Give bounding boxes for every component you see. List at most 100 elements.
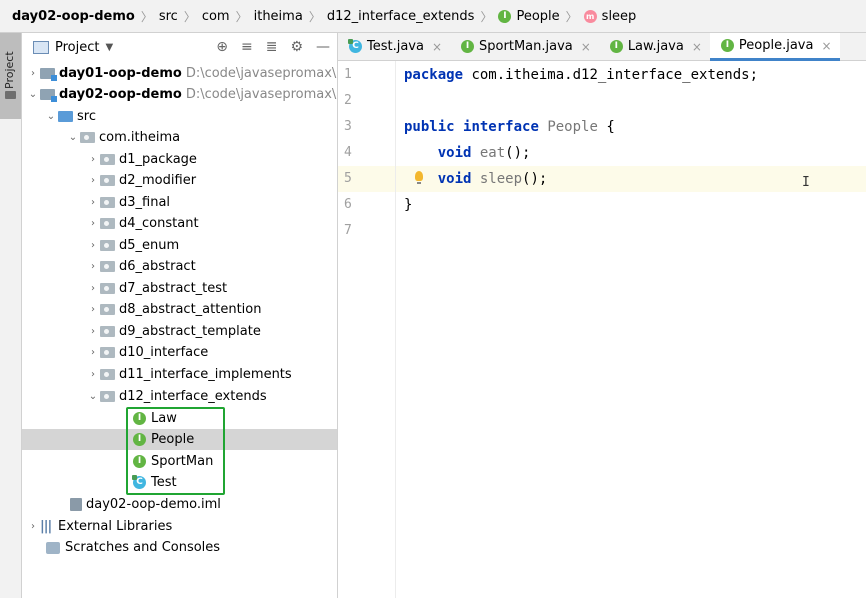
code-identifier: eat	[479, 145, 506, 161]
chevron-right-icon[interactable]: ›	[26, 68, 40, 79]
tree-item-package[interactable]: › d6_abstract	[22, 256, 337, 277]
panel-toolbar: ⊕ ≡ ≣ ⚙ —	[216, 39, 330, 55]
source-folder-icon	[58, 111, 73, 122]
code-line: }	[338, 192, 866, 218]
code-keyword: package	[404, 67, 464, 83]
locate-icon[interactable]: ⊕	[216, 39, 228, 55]
breadcrumb-itheima[interactable]: itheima	[254, 9, 303, 24]
tree-item-label: d7_abstract_test	[119, 281, 228, 296]
package-icon	[100, 175, 115, 186]
tree-item-package[interactable]: › d2_modifier	[22, 170, 337, 191]
project-tool-tab[interactable]: Project	[0, 33, 21, 119]
chevron-right-icon[interactable]: ›	[86, 197, 100, 208]
scratches-icon	[46, 541, 60, 554]
tree-item-package[interactable]: › d11_interface_implements	[22, 364, 337, 385]
tree-item-package[interactable]: › d3_final	[22, 192, 337, 213]
tree-item-d12[interactable]: ⌄ d12_interface_extends	[22, 386, 337, 407]
chevron-right-icon: 〉	[308, 9, 321, 24]
chevron-right-icon[interactable]: ›	[86, 304, 100, 315]
close-icon[interactable]: ×	[692, 40, 702, 54]
code-text: com.itheima.d12_interface_extends;	[463, 67, 759, 83]
breadcrumb-package[interactable]: d12_interface_extends	[327, 9, 475, 24]
chevron-right-icon: 〉	[480, 9, 493, 24]
tree-item-external-libraries[interactable]: › ||| External Libraries	[22, 516, 337, 537]
project-panel: Project ▼ ⊕ ≡ ≣ ⚙ — › day01-oop-demo D:\…	[22, 33, 338, 598]
tree-item-label: day01-oop-demo	[59, 66, 182, 81]
tree-item-scratches[interactable]: Scratches and Consoles	[22, 537, 337, 558]
tree-item-day02[interactable]: ⌄ day02-oop-demo D:\code\javasepromax\	[22, 84, 337, 105]
chevron-right-icon[interactable]: ›	[26, 521, 40, 532]
tree-item-label: com.itheima	[99, 130, 181, 145]
chevron-right-icon[interactable]: ›	[86, 347, 100, 358]
project-view-selector[interactable]: Project	[55, 40, 99, 55]
interface-icon: I	[498, 9, 512, 23]
breadcrumb-com[interactable]: com	[202, 9, 230, 24]
chevron-right-icon[interactable]: ›	[86, 283, 100, 294]
breadcrumb-sleep[interactable]: sleep	[602, 9, 637, 24]
tree-item-people[interactable]: I People	[22, 429, 337, 450]
expand-all-icon[interactable]: ≡	[241, 39, 253, 55]
chevron-right-icon[interactable]: ›	[86, 326, 100, 337]
chevron-right-icon[interactable]: ›	[86, 154, 100, 165]
code-editor[interactable]: 1 2 3 4 5 6 7 package com.itheima.d12_in…	[338, 61, 866, 598]
chevron-right-icon[interactable]: ›	[86, 218, 100, 229]
collapse-all-icon[interactable]: ≣	[266, 39, 278, 55]
chevron-down-icon[interactable]: ⌄	[44, 111, 58, 122]
tree-item-day01[interactable]: › day01-oop-demo D:\code\javasepromax\	[22, 63, 337, 84]
tab-law-java[interactable]: I Law.java ×	[599, 33, 710, 60]
chevron-down-icon[interactable]: ▼	[105, 42, 113, 53]
code-text: {	[597, 119, 615, 135]
breadcrumb-people[interactable]: People	[516, 9, 559, 24]
package-icon	[100, 197, 115, 208]
chevron-right-icon[interactable]: ›	[86, 369, 100, 380]
tree-item-law[interactable]: I Law	[22, 408, 337, 429]
tree-item-label: SportMan	[151, 454, 214, 469]
chevron-right-icon[interactable]: ›	[86, 240, 100, 251]
tab-sportman-java[interactable]: I SportMan.java ×	[450, 33, 599, 60]
tree-item-package[interactable]: › d4_constant	[22, 213, 337, 234]
tab-people-java[interactable]: I People.java ×	[709, 33, 840, 61]
hide-icon[interactable]: —	[316, 39, 330, 55]
tool-window-strip: Project	[0, 33, 22, 598]
tree-item-package[interactable]: › d5_enum	[22, 235, 337, 256]
tree-item-package[interactable]: › d9_abstract_template	[22, 321, 337, 342]
tree-item-com-itheima[interactable]: ⌄ com.itheima	[22, 127, 337, 148]
editor-tabs: C Test.java × I SportMan.java × I Law.ja…	[338, 33, 866, 61]
package-icon	[100, 391, 115, 402]
tree-item-label: d9_abstract_template	[119, 324, 261, 339]
tree-item-package[interactable]: › d10_interface	[22, 342, 337, 363]
tree-item-src[interactable]: ⌄ src	[22, 106, 337, 127]
breadcrumb-project[interactable]: day02-oop-demo	[12, 9, 135, 24]
breadcrumb-src[interactable]: src	[159, 9, 178, 24]
tree-item-label: d11_interface_implements	[119, 367, 292, 382]
chevron-down-icon[interactable]: ⌄	[86, 391, 100, 402]
chevron-right-icon: 〉	[235, 9, 248, 24]
chevron-right-icon[interactable]: ›	[86, 175, 100, 186]
close-icon[interactable]: ×	[581, 40, 591, 54]
tree-item-iml[interactable]: day02-oop-demo.iml	[22, 494, 337, 515]
code-keyword: public	[404, 119, 455, 135]
code-line: void eat();	[338, 140, 866, 166]
tree-item-label: d10_interface	[119, 345, 209, 360]
tab-label: People.java	[738, 38, 814, 53]
tree-item-package[interactable]: › d1_package	[22, 149, 337, 170]
close-icon[interactable]: ×	[432, 40, 442, 54]
lightbulb-icon[interactable]	[415, 171, 423, 184]
chevron-right-icon: 〉	[140, 9, 153, 24]
package-icon	[100, 369, 115, 380]
tree-item-label: d12_interface_extends	[119, 389, 267, 404]
chevron-down-icon[interactable]: ⌄	[26, 89, 40, 100]
tree-item-label: External Libraries	[58, 519, 173, 534]
tree-item-sportman[interactable]: I SportMan	[22, 451, 337, 472]
tree-item-test[interactable]: C Test	[22, 472, 337, 493]
interface-icon: I	[133, 412, 146, 425]
tree-item-package[interactable]: › d8_abstract_attention	[22, 299, 337, 320]
tree-item-label: d8_abstract_attention	[119, 302, 262, 317]
tree-item-path: D:\code\javasepromax\	[185, 87, 337, 102]
tab-test-java[interactable]: C Test.java ×	[338, 33, 450, 60]
close-icon[interactable]: ×	[821, 39, 831, 53]
gear-icon[interactable]: ⚙	[290, 39, 303, 55]
chevron-right-icon[interactable]: ›	[86, 261, 100, 272]
chevron-down-icon[interactable]: ⌄	[66, 132, 80, 143]
tree-item-package[interactable]: › d7_abstract_test	[22, 278, 337, 299]
